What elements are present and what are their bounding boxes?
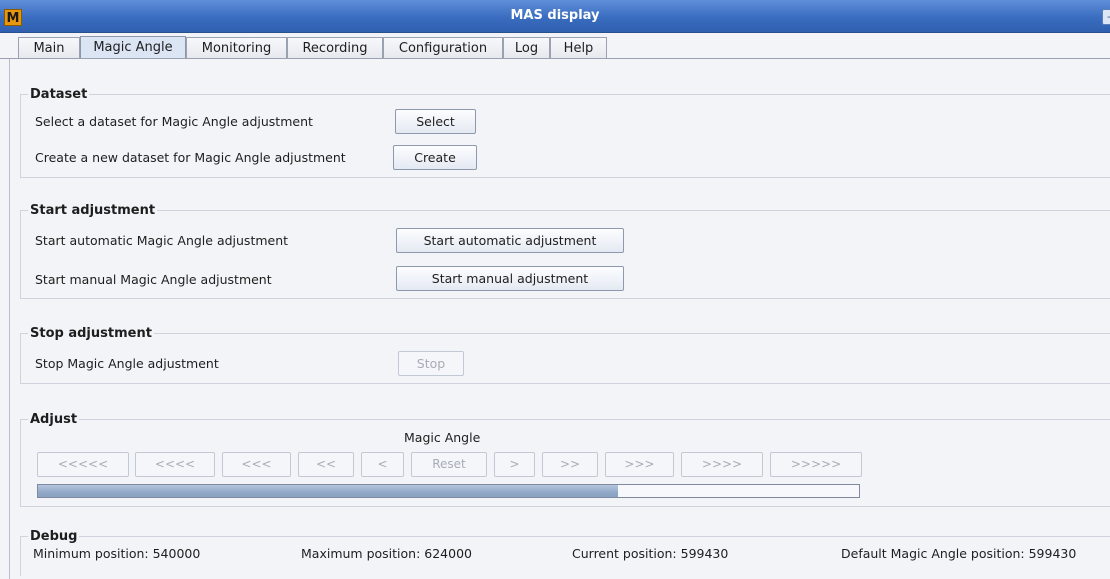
stop-adjustment-label: Stop Magic Angle adjustment <box>35 356 219 371</box>
tab-magic-angle[interactable]: Magic Angle <box>80 36 186 60</box>
tab-main[interactable]: Main <box>18 37 80 59</box>
select-dataset-label: Select a dataset for Magic Angle adjustm… <box>35 114 313 129</box>
stop-adjustment-legend: Stop adjustment <box>28 326 154 341</box>
manual-adjustment-label: Start manual Magic Angle adjustment <box>35 272 272 287</box>
select-button[interactable]: Select <box>395 109 476 134</box>
step-right-3-button[interactable]: >>> <box>605 452 674 477</box>
tab-log[interactable]: Log <box>503 37 550 59</box>
step-left-2-button[interactable]: << <box>298 452 354 477</box>
step-right-5-button[interactable]: >>>>> <box>770 452 862 477</box>
start-manual-adjustment-button[interactable]: Start manual adjustment <box>396 266 624 291</box>
start-automatic-adjustment-button[interactable]: Start automatic adjustment <box>396 228 624 253</box>
create-dataset-label: Create a new dataset for Magic Angle adj… <box>35 150 346 165</box>
step-left-4-button[interactable]: <<<< <box>135 452 215 477</box>
start-adjustment-legend: Start adjustment <box>28 203 158 218</box>
title-bar: M MAS display - <box>0 0 1110 33</box>
magic-angle-caption: Magic Angle <box>404 430 481 445</box>
auto-adjustment-label: Start automatic Magic Angle adjustment <box>35 233 289 248</box>
maximum-position-value: Maximum position: 624000 <box>301 546 472 561</box>
step-right-4-button[interactable]: >>>> <box>681 452 763 477</box>
minimum-position-value: Minimum position: 540000 <box>33 546 201 561</box>
step-left-3-button[interactable]: <<< <box>222 452 291 477</box>
window-title: MAS display <box>510 8 600 23</box>
step-right-2-button[interactable]: >> <box>542 452 598 477</box>
dataset-legend: Dataset <box>28 87 90 102</box>
step-left-1-button[interactable]: < <box>361 452 404 477</box>
dataset-section: Dataset <box>20 87 1110 178</box>
debug-legend: Debug <box>28 529 80 544</box>
current-position-value: Current position: 599430 <box>572 546 729 561</box>
tab-configuration[interactable]: Configuration <box>383 37 503 59</box>
step-right-1-button[interactable]: > <box>494 452 535 477</box>
reset-button[interactable]: Reset <box>411 452 487 477</box>
minimize-button[interactable]: - <box>1102 9 1110 25</box>
position-bar-fill <box>38 485 619 497</box>
tab-bar: Main Magic Angle Monitoring Recording Co… <box>0 33 1110 60</box>
step-left-5-button[interactable]: <<<<< <box>37 452 129 477</box>
adjust-legend: Adjust <box>28 412 80 427</box>
tab-recording[interactable]: Recording <box>287 37 383 59</box>
create-button[interactable]: Create <box>393 145 477 170</box>
magic-angle-position-bar <box>37 484 860 498</box>
tab-help[interactable]: Help <box>550 37 607 59</box>
tab-monitoring[interactable]: Monitoring <box>186 37 287 59</box>
stop-button[interactable]: Stop <box>398 351 464 376</box>
default-position-value: Default Magic Angle position: 599430 <box>841 546 1077 561</box>
